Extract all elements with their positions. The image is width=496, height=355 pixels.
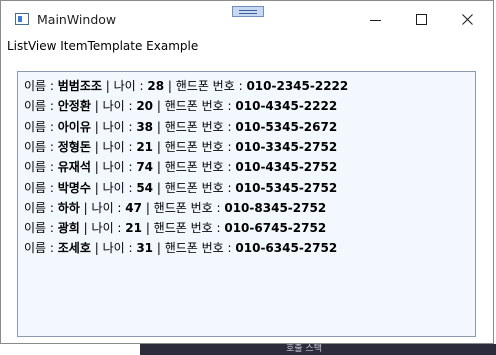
main-window: MainWindow ListView ItemTemplate Example… [0,0,494,344]
name-value: 정형돈 [57,139,91,154]
list-item[interactable]: 이름 : 조세호 | 나이 : 31 | 핸드폰 번호 : 010-6345-2… [24,238,337,258]
phone-label: | 핸드폰 번호 : [142,221,225,236]
name-label: 이름 : [24,221,58,236]
list-item[interactable]: 이름 : 유재석 | 나이 : 74 | 핸드폰 번호 : 010-4345-2… [24,157,337,177]
phone-label: | 핸드폰 번호 : [153,99,236,114]
list-item[interactable]: 이름 : 정형돈 | 나이 : 21 | 핸드폰 번호 : 010-3345-2… [24,137,337,157]
list-item[interactable]: 이름 : 하하 | 나이 : 47 | 핸드폰 번호 : 010-8345-27… [24,198,326,218]
age-label: | 나이 : [90,99,137,114]
name-label: 이름 : [24,200,58,215]
age-value: 21 [125,221,142,236]
age-value: 31 [136,241,154,256]
phone-label: | 핸드폰 번호 : [164,79,247,93]
maximize-icon [416,14,427,25]
name-value: 박명수 [57,180,91,195]
phone-value: 010-4345-2222 [235,99,338,114]
window-title: MainWindow [37,12,117,27]
phone-value: 010-4345-2752 [235,160,338,175]
name-label: 이름 : [24,160,58,175]
name-label: 이름 : [24,241,58,256]
minimize-button[interactable] [353,1,399,38]
age-label: | 나이 : [90,139,137,154]
name-label: 이름 : [24,119,58,134]
name-value: 유재석 [57,160,91,175]
name-value: 범범조조 [57,79,102,93]
close-button[interactable] [445,1,491,38]
background-taskbar: 호출 스택 [140,344,496,355]
name-value: 하하 [57,200,80,215]
header-label: ListView ItemTemplate Example [7,39,199,53]
name-label: 이름 : [24,79,58,93]
phone-label: | 핸드폰 번호 : [153,119,236,134]
age-label: | 나이 : [90,180,137,195]
phone-label: | 핸드폰 번호 : [153,241,236,256]
phone-label: | 핸드폰 번호 : [153,160,236,175]
phone-value: 010-5345-2752 [235,180,338,195]
list-item[interactable]: 이름 : 범범조조 | 나이 : 28 | 핸드폰 번호 : 010-2345-… [24,76,348,96]
app-window-icon [15,13,29,25]
phone-value: 010-3345-2752 [235,139,338,154]
name-label: 이름 : [24,139,58,154]
age-value: 54 [136,180,154,195]
list-item[interactable]: 이름 : 안정환 | 나이 : 20 | 핸드폰 번호 : 010-4345-2… [24,96,337,116]
phone-label: | 핸드폰 번호 : [153,139,236,154]
list-item[interactable]: 이름 : 아이유 | 나이 : 38 | 핸드폰 번호 : 010-5345-2… [24,117,337,137]
phone-value: 010-6345-2752 [235,241,338,256]
phone-value: 010-2345-2222 [246,79,349,93]
age-value: 47 [125,200,142,215]
phone-label: | 핸드폰 번호 : [142,200,225,215]
close-icon [462,14,473,25]
age-label: | 나이 : [90,160,137,175]
list-view[interactable]: 이름 : 범범조조 | 나이 : 28 | 핸드폰 번호 : 010-2345-… [17,71,476,337]
age-label: | 나이 : [101,79,148,93]
name-label: 이름 : [24,99,58,114]
name-value: 안정환 [57,99,91,114]
phone-label: | 핸드폰 번호 : [153,180,236,195]
age-value: 20 [136,99,154,114]
age-label: | 나이 : [90,241,137,256]
phone-value: 010-8345-2752 [224,200,327,215]
phone-value: 010-5345-2672 [235,119,338,134]
age-label: | 나이 : [79,221,126,236]
age-value: 21 [136,139,154,154]
title-bar[interactable]: MainWindow [1,1,493,38]
age-label: | 나이 : [90,119,137,134]
name-label: 이름 : [24,180,58,195]
list-item[interactable]: 이름 : 광희 | 나이 : 21 | 핸드폰 번호 : 010-6745-27… [24,218,326,238]
name-value: 광희 [57,221,80,236]
name-value: 조세호 [57,241,91,256]
phone-value: 010-6745-2752 [224,221,327,236]
age-value: 38 [136,119,154,134]
taskbar-text: 호출 스택 [286,344,322,354]
age-value: 28 [147,79,165,93]
age-value: 74 [136,160,154,175]
list-item[interactable]: 이름 : 박명수 | 나이 : 54 | 핸드폰 번호 : 010-5345-2… [24,178,337,198]
age-label: | 나이 : [79,200,126,215]
maximize-button[interactable] [399,1,445,38]
name-value: 아이유 [57,119,91,134]
debug-toolbar-grip-icon[interactable] [232,6,264,17]
minimize-icon [370,20,381,21]
